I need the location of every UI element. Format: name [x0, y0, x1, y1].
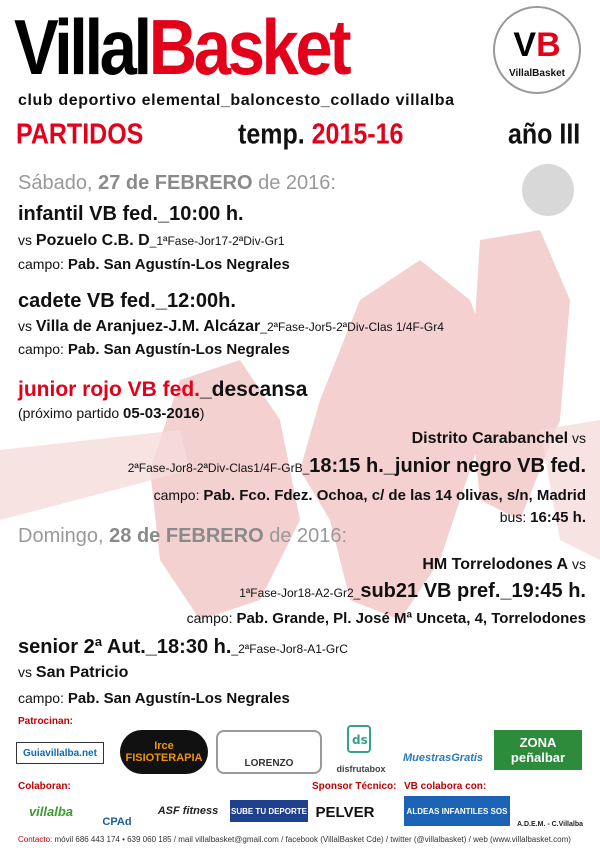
- sponsor-tecnico-label: Sponsor Técnico:: [312, 781, 397, 792]
- logo-letter-v: V: [513, 26, 537, 64]
- senior-title-line: senior 2ª Aut._18:30 h._2ªFase-Jor8-A1-G…: [18, 636, 348, 658]
- infantil-venue: campo: Pab. San Agustín-Los Negrales: [18, 256, 290, 273]
- patrocinan-label: Patrocinan:: [18, 716, 74, 727]
- infantil-match-title: infantil VB fed._10:00 h.: [18, 203, 244, 225]
- senior-venue: campo: Pab. San Agustín-Los Negrales: [18, 690, 290, 707]
- sponsor-logo: CPAd: [102, 816, 132, 828]
- sub21-rival-line: HM Torrelodones A vs: [422, 556, 586, 573]
- box-icon: ds: [347, 725, 371, 753]
- sunday-heading: Domingo, 28 de FEBRERO de 2016:: [18, 525, 348, 547]
- sponsor-logo: SUBE TU DEPORTE: [230, 800, 308, 822]
- sponsor-logo: ASF fitness: [157, 805, 219, 817]
- sponsor-logo: MuestrasGratis: [402, 752, 484, 764]
- partidos-label: PARTIDOS: [16, 118, 144, 151]
- sponsor-logo: Irce FISIOTERAPIA: [120, 730, 208, 774]
- title-part-black: Villal: [14, 3, 152, 91]
- cadete-venue: campo: Pab. San Agustín-Los Negrales: [18, 341, 290, 358]
- cadete-match-title: cadete VB fed._12:00h.: [18, 290, 236, 312]
- logo-text: VillalBasket: [509, 68, 565, 79]
- sponsor-logo: villalba: [28, 803, 74, 819]
- cadete-rival-line: vs Villa de Aranjuez-J.M. Alcázar_2ªFase…: [18, 318, 444, 335]
- club-title: VillalBasket: [14, 2, 352, 92]
- saturday-heading: Sábado, 27 de FEBRERO de 2016:: [18, 172, 336, 194]
- svg-text:ds: ds: [352, 733, 368, 747]
- junior-rojo-title: junior rojo VB fed._descansa: [18, 378, 308, 401]
- sponsor-logo: LORENZO: [216, 730, 322, 774]
- sub21-title-line: 1ªFase-Jor18-A2-Gr2_sub21 VB pref._19:45…: [239, 580, 586, 602]
- sponsor-logo: ALDEAS INFANTILES SOS: [404, 796, 510, 826]
- sponsor-logo: ds disfrutabox: [332, 720, 390, 774]
- season-value: 2015-16: [311, 118, 404, 151]
- senior-rival-line: vs San Patricio: [18, 664, 129, 681]
- sponsor-logo: PELVER: [315, 803, 375, 821]
- season-label: temp. 2015-16: [238, 118, 403, 151]
- club-logo: VB VillalBasket: [493, 6, 581, 94]
- sub21-venue: campo: Pab. Grande, Pl. José Mª Unceta, …: [186, 610, 586, 627]
- junior-negro-venue: campo: Pab. Fco. Fdez. Ochoa, c/ de las …: [153, 487, 586, 504]
- sponsor-logo: ZONA peñalbar: [494, 730, 582, 770]
- sponsor-logo: A.D.E.M. - C.Villalba: [517, 821, 583, 828]
- junior-negro-bus: bus: 16:45 h.: [499, 509, 586, 526]
- year-label: año III: [508, 118, 581, 151]
- title-part-red: Basket: [148, 3, 352, 91]
- infantil-rival-line: vs Pozuelo C.B. D_1ªFase-Jor17-2ªDiv-Gr1: [18, 232, 285, 249]
- junior-rojo-next: (próximo partido 05-03-2016): [18, 405, 205, 422]
- contact-footer: Contacto: móvil 686 443 174 • 639 060 18…: [18, 835, 571, 844]
- club-subtitle: club deportivo elemental_baloncesto_coll…: [18, 92, 455, 109]
- colaboran-label: Colaboran:: [18, 781, 71, 792]
- vb-colabora-label: VB colabora con:: [404, 781, 487, 792]
- season-prefix: temp.: [238, 118, 305, 151]
- junior-negro-title-line: 2ªFase-Jor8-2ªDiv-Clas1/4F-GrB_18:15 h._…: [127, 455, 586, 477]
- logo-letter-b: B: [536, 26, 561, 64]
- junior-negro-rival-line: Distrito Carabanchel vs: [411, 430, 586, 447]
- sponsor-logo: Guiavillalba.net: [16, 742, 104, 764]
